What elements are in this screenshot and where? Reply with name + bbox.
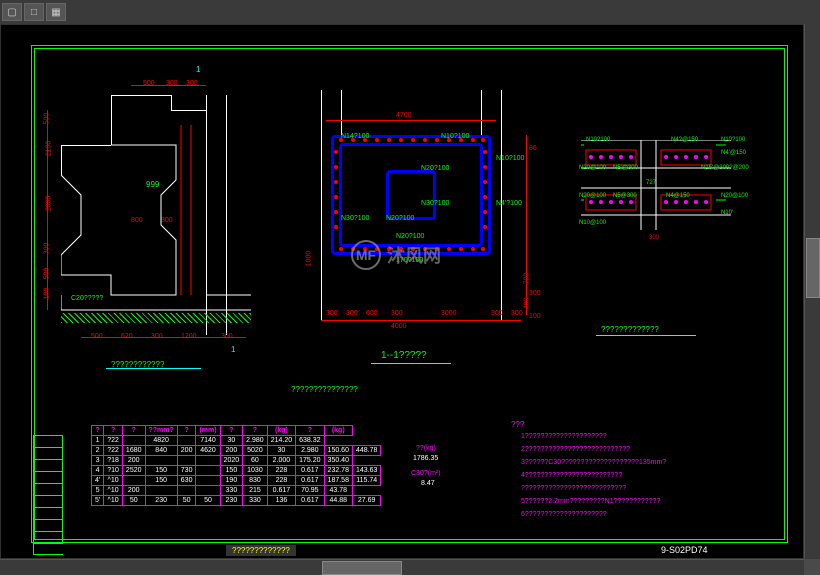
mid-b300b: 300 bbox=[346, 310, 358, 317]
vertical-scrollbar[interactable] bbox=[804, 24, 820, 559]
marker-1-bot: 1 bbox=[231, 345, 235, 354]
r-l7: N15'@300?@200 bbox=[701, 165, 749, 171]
tool-btn-3[interactable]: ▦ bbox=[46, 3, 66, 21]
label-c20: C20????? bbox=[71, 295, 103, 302]
mid-n20c: N20?100 bbox=[396, 233, 424, 240]
marker-1-top: 1 bbox=[196, 65, 200, 74]
mid-b4000: 4000 bbox=[391, 323, 407, 330]
r-l12: N10@100 bbox=[579, 220, 606, 226]
mid-n30: N30?100 bbox=[341, 215, 369, 222]
rebar-table: ??? ??mm??(mm)??(kg)?(kg) 1?224820714030… bbox=[91, 425, 381, 506]
mid-n10a: N10?100 bbox=[441, 133, 469, 140]
h-scroll-thumb[interactable] bbox=[322, 561, 402, 575]
mid-v100: 100 bbox=[529, 313, 541, 320]
mid-n30b: N30?100 bbox=[421, 200, 449, 207]
side-l1: ??(kg) bbox=[416, 445, 436, 452]
mid-n20b: N20?100 bbox=[386, 215, 414, 222]
mid-b300c: 300 bbox=[391, 310, 403, 317]
mid-n4p: N4'?100 bbox=[496, 200, 522, 207]
tool-btn-1[interactable]: ▢ bbox=[2, 3, 22, 21]
horizontal-scrollbar[interactable] bbox=[0, 559, 804, 575]
r-l2: N4?@150 bbox=[671, 137, 698, 143]
dim-800a: 800 bbox=[131, 217, 143, 224]
r-l14: 300 bbox=[649, 235, 659, 241]
side-l3: C30?(m²) bbox=[411, 470, 441, 477]
r-l3: N10?100 bbox=[721, 137, 745, 143]
notes-header: ??? bbox=[511, 420, 524, 429]
r-l6: N5'@300 bbox=[613, 165, 638, 171]
mid-dim-right bbox=[526, 135, 527, 315]
dim-bar-v1 bbox=[47, 110, 48, 310]
tool-btn-2[interactable]: □ bbox=[24, 3, 44, 21]
mid-v300: 300 bbox=[529, 290, 541, 297]
left-title-underline bbox=[106, 368, 201, 369]
toolbar: ▢ □ ▦ bbox=[0, 0, 820, 24]
dim-800b: 800 bbox=[161, 217, 173, 224]
mid-n10b: N10?100 bbox=[496, 155, 524, 162]
r-l1: N10?100 bbox=[586, 137, 610, 143]
v-scroll-thumb[interactable] bbox=[806, 238, 820, 298]
mid-title: 1--1????? bbox=[381, 350, 427, 361]
r-l5: N20@100 bbox=[579, 165, 606, 171]
mid-dim-bot bbox=[321, 320, 521, 321]
r-l4: N4'@150 bbox=[721, 150, 746, 156]
notes-title-center: ??????????????? bbox=[291, 385, 358, 394]
r-l11: N20@100 bbox=[721, 193, 748, 199]
side-l4: 8.47 bbox=[421, 480, 435, 487]
mid-wall-r2 bbox=[481, 90, 482, 135]
abutment-section bbox=[61, 95, 251, 295]
r-l8: N20@100 bbox=[579, 193, 606, 199]
mid-dim-top bbox=[326, 120, 496, 121]
cad-canvas[interactable]: 500 300 300 500 2100 2000 300 500 100 80… bbox=[0, 24, 804, 559]
mid-b300e: 300 bbox=[511, 310, 523, 317]
mid-wall-l bbox=[321, 90, 322, 320]
mid-4700: 4700 bbox=[396, 112, 412, 119]
titleblock-strip-1 bbox=[33, 435, 63, 555]
drawing-number: 9-S02PD74 bbox=[661, 545, 708, 555]
r-l9: N5@300 bbox=[613, 193, 637, 199]
dim-bar-b1 bbox=[81, 337, 246, 338]
side-l2: 1786.35 bbox=[413, 455, 438, 462]
mid-b300d: 300 bbox=[491, 310, 503, 317]
mid-v400: 400 bbox=[523, 298, 530, 310]
mid-v700: 700 bbox=[523, 273, 530, 285]
mid-n14: N14?100 bbox=[341, 133, 369, 140]
watermark: MF 沐风网 bbox=[351, 240, 441, 270]
right-title: ????????????? bbox=[601, 325, 659, 334]
mid-wall-l2 bbox=[341, 90, 342, 135]
dim-999: 999 bbox=[146, 180, 159, 189]
mid-b3000: 3000 bbox=[441, 310, 457, 317]
r-l13: 727 bbox=[646, 180, 656, 186]
mid-n20a: N20?100 bbox=[421, 165, 449, 172]
mid-title-underline bbox=[371, 363, 451, 364]
dim-bar-t1 bbox=[131, 85, 206, 86]
watermark-icon: MF bbox=[351, 240, 381, 270]
mid-b300a: 300 bbox=[326, 310, 338, 317]
r-l10: N4@150 bbox=[666, 193, 690, 199]
bottom-title: ????????????? bbox=[226, 545, 296, 556]
mid-v86: 86 bbox=[529, 145, 537, 152]
mid-b600: 600 bbox=[366, 310, 378, 317]
watermark-text: 沐风网 bbox=[387, 242, 441, 268]
right-title-underline bbox=[596, 335, 696, 336]
mid-1000: 1000 bbox=[305, 251, 312, 267]
r-l15: N10' bbox=[721, 210, 733, 216]
